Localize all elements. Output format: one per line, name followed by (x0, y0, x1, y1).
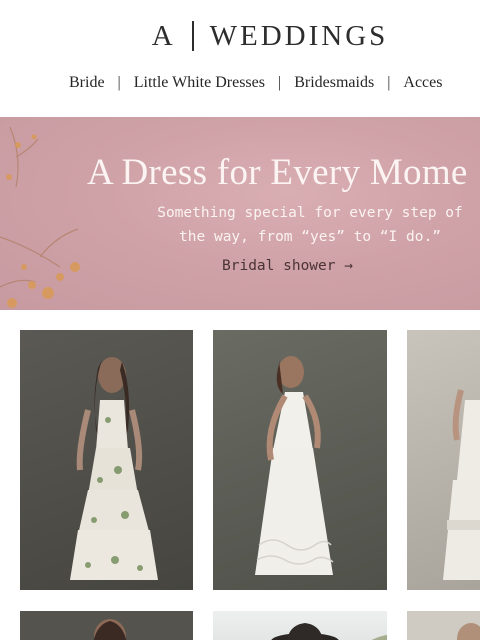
brand-logo[interactable]: A WEDDINGS (0, 18, 480, 54)
nav-item-accessories[interactable]: Acces (403, 74, 442, 92)
hero-subtitle-line: the way, from “yes” to “I do.” (179, 229, 441, 245)
main-nav: Bride | Little White Dresses | Bridesmai… (69, 70, 442, 96)
product-card[interactable] (407, 611, 480, 640)
nav-item-bridesmaids[interactable]: Bridesmaids (294, 74, 374, 92)
product-card[interactable] (213, 330, 387, 590)
product-card[interactable] (407, 330, 480, 590)
product-grid (0, 330, 480, 640)
brand-divider (191, 21, 194, 51)
floral-tiered-gown-image (70, 357, 158, 580)
nav-divider: | (277, 74, 282, 91)
product-card[interactable] (213, 611, 387, 640)
white-halter-dress-image (255, 356, 334, 575)
brand-wordmark: WEDDINGS (209, 19, 389, 52)
bridal-shower-link[interactable]: Bridal shower → (222, 258, 353, 274)
hat-lifestyle-image (271, 623, 387, 640)
product-card[interactable] (20, 330, 193, 590)
product-card[interactable] (20, 611, 193, 640)
model-portrait-image (93, 619, 127, 640)
model-partial-image (457, 623, 480, 640)
tiered-white-dress-image (443, 389, 480, 580)
nav-item-bride[interactable]: Bride (69, 74, 105, 92)
brand-letter: A (151, 19, 176, 52)
nav-item-little-white-dresses[interactable]: Little White Dresses (134, 74, 265, 92)
nav-divider: | (387, 74, 391, 91)
hero-banner: A Dress for Every Mome Something special… (0, 117, 480, 310)
hero-subtitle: Something special for every step of the … (100, 201, 480, 249)
nav-divider: | (117, 74, 121, 91)
hero-subtitle-line: Something special for every step of (157, 205, 463, 221)
hero-heading: A Dress for Every Mome (87, 152, 468, 193)
